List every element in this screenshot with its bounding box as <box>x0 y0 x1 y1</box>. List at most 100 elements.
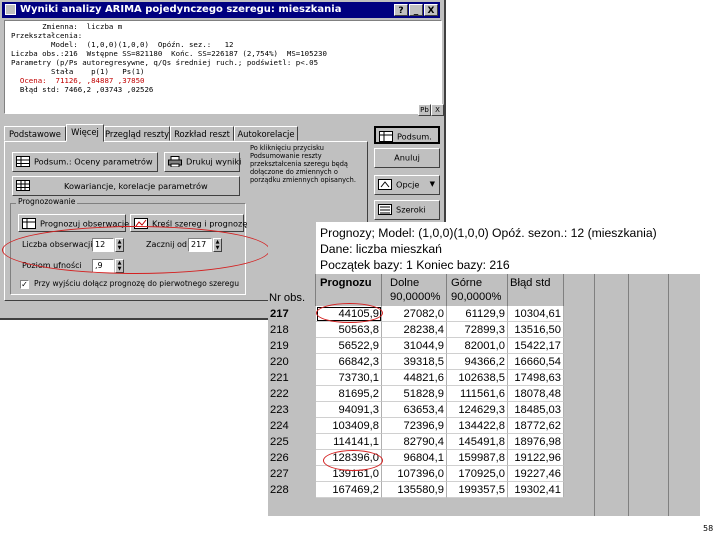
page-number: 58 <box>703 524 714 533</box>
print-results-button[interactable]: Drukuj wyniki <box>164 152 241 172</box>
upper-bound-cell[interactable]: 94366,2 <box>447 354 508 370</box>
std-error-cell[interactable]: 18485,03 <box>508 402 564 418</box>
forecast-group-title: Prognozowanie <box>16 197 78 206</box>
lower-bound-cell[interactable]: 39318,5 <box>382 354 447 370</box>
dialog-title-bar[interactable]: Wyniki analizy ARIMA pojedynczego szereg… <box>2 2 440 18</box>
cancel-button[interactable]: Anuluj <box>374 148 440 168</box>
forecast-cell[interactable]: 81695,2 <box>316 386 382 402</box>
std-error-cell[interactable]: 19227,46 <box>508 466 564 482</box>
row-number[interactable]: 224 <box>268 418 316 434</box>
row-number[interactable]: 226 <box>268 450 316 466</box>
std-error-cell[interactable]: 18078,48 <box>508 386 564 402</box>
upper-bound-cell[interactable]: 199357,5 <box>447 482 508 498</box>
options-icon <box>378 179 392 190</box>
std-error-cell[interactable]: 18772,62 <box>508 418 564 434</box>
residuals-note: Po kliknięciu przycisku Podsumowanie res… <box>250 144 356 184</box>
minimize-button[interactable]: _ <box>409 4 423 16</box>
forecast-cell[interactable]: 114141,1 <box>316 434 382 450</box>
output-line: Stała p(1) Ps(1) <box>11 67 145 76</box>
output-line: Liczba obs.:216 Wstępne SS=821180 Końc. … <box>11 49 327 58</box>
std-error-cell[interactable]: 10304,61 <box>508 306 564 322</box>
covariance-button[interactable]: Kowariancje, korelacje parametrów <box>12 176 240 196</box>
forecast-cell[interactable]: 56522,9 <box>316 338 382 354</box>
std-error-cell[interactable]: 17498,63 <box>508 370 564 386</box>
help-button[interactable]: ? <box>394 4 408 16</box>
lower-bound-cell[interactable]: 63653,4 <box>382 402 447 418</box>
wide-icon <box>378 204 392 215</box>
upper-bound-cell[interactable]: 145491,8 <box>447 434 508 450</box>
tab-przeglad-reszty[interactable]: Przegląd reszty <box>104 126 170 141</box>
std-error-cell[interactable]: 19302,41 <box>508 482 564 498</box>
tab-wiecej[interactable]: Więcej <box>66 124 104 142</box>
params-summary-button[interactable]: Podsum.: Oceny parametrów <box>12 152 158 172</box>
std-error-cell[interactable]: 18976,98 <box>508 434 564 450</box>
forecast-cell[interactable]: 167469,2 <box>316 482 382 498</box>
tab-rozklad-reszt[interactable]: Rozkład reszt <box>170 126 234 141</box>
tab-autokorelacje[interactable]: Autokorelacje <box>234 126 298 141</box>
upper-bound-cell[interactable]: 61129,9 <box>447 306 508 322</box>
forecast-table-icon <box>22 218 36 229</box>
column-header-forecast[interactable]: Prognozu <box>316 274 382 306</box>
std-error-cell[interactable]: 19122,96 <box>508 450 564 466</box>
output-line: Model: (1,0,0)(1,0,0) Opóźn. sez.: 12 <box>11 40 234 49</box>
lower-bound-cell[interactable]: 44821,6 <box>382 370 447 386</box>
column-header-std-error[interactable]: Błąd std <box>508 274 564 306</box>
annotation-ellipse-parameters <box>2 226 270 274</box>
row-number[interactable]: 217 <box>268 306 316 322</box>
upper-bound-cell[interactable]: 170925,0 <box>447 466 508 482</box>
row-number[interactable]: 227 <box>268 466 316 482</box>
lower-bound-cell[interactable]: 31044,9 <box>382 338 447 354</box>
column-header-upper[interactable]: Górne 90,0000% <box>447 274 508 306</box>
close-button[interactable]: X <box>424 4 438 16</box>
upper-bound-cell[interactable]: 102638,5 <box>447 370 508 386</box>
upper-bound-cell[interactable]: 134422,8 <box>447 418 508 434</box>
table-icon <box>16 156 30 167</box>
lower-bound-cell[interactable]: 27082,0 <box>382 306 447 322</box>
upper-bound-cell[interactable]: 72899,3 <box>447 322 508 338</box>
column-header-lower[interactable]: Dolne 90,0000% <box>382 274 447 306</box>
lower-bound-cell[interactable]: 107396,0 <box>382 466 447 482</box>
row-number[interactable]: 220 <box>268 354 316 370</box>
append-forecast-checkbox[interactable]: ✓ <box>20 280 29 289</box>
row-number[interactable]: 228 <box>268 482 316 498</box>
upper-bound-cell[interactable]: 111561,6 <box>447 386 508 402</box>
std-error-cell[interactable]: 15422,17 <box>508 338 564 354</box>
forecast-cell[interactable]: 103409,8 <box>316 418 382 434</box>
wide-button[interactable]: Szeroki <box>374 200 440 220</box>
forecast-cell[interactable]: 50563,8 <box>316 322 382 338</box>
copy-icon[interactable]: Pb <box>418 104 431 116</box>
upper-bound-cell[interactable]: 159987,8 <box>447 450 508 466</box>
sheet-header-line: Dane: liczba mieszkań <box>320 242 442 256</box>
grid-line <box>628 274 629 516</box>
lower-bound-cell[interactable]: 96804,1 <box>382 450 447 466</box>
upper-bound-cell[interactable]: 82001,0 <box>447 338 508 354</box>
row-number[interactable]: 223 <box>268 402 316 418</box>
dropdown-arrow-icon: ▼ <box>429 180 435 188</box>
upper-bound-cell[interactable]: 124629,3 <box>447 402 508 418</box>
lower-bound-cell[interactable]: 28238,4 <box>382 322 447 338</box>
append-forecast-label: Przy wyjściu dołącz prognozę do pierwotn… <box>34 279 240 288</box>
std-error-cell[interactable]: 16660,54 <box>508 354 564 370</box>
row-number[interactable]: 222 <box>268 386 316 402</box>
row-number[interactable]: 225 <box>268 434 316 450</box>
summary-button[interactable]: Podsum. <box>374 126 440 144</box>
results-output-area: Zmienna: liczba m Przekształcenia: Model… <box>4 20 442 114</box>
lower-bound-cell[interactable]: 135580,9 <box>382 482 447 498</box>
printer-icon <box>168 156 182 168</box>
options-button[interactable]: Opcje ▼ <box>374 175 440 195</box>
output-line: Parametry (p/Ps autoregresywne, q/Qs śre… <box>11 58 319 67</box>
lower-bound-cell[interactable]: 72396,9 <box>382 418 447 434</box>
row-number[interactable]: 219 <box>268 338 316 354</box>
forecast-spreadsheet: Prognozy; Model: (1,0,0)(1,0,0) Opóź. se… <box>268 222 700 516</box>
lower-bound-cell[interactable]: 51828,9 <box>382 386 447 402</box>
tab-podstawowe[interactable]: Podstawowe <box>4 126 66 141</box>
forecast-cell[interactable]: 94091,3 <box>316 402 382 418</box>
forecast-cell[interactable]: 66842,3 <box>316 354 382 370</box>
std-error-cell[interactable]: 13516,50 <box>508 322 564 338</box>
forecast-cell[interactable]: 73730,1 <box>316 370 382 386</box>
output-line: Błąd std: 7466,2 ,03743 ,02526 <box>11 85 154 94</box>
clear-icon[interactable]: X <box>431 104 444 116</box>
lower-bound-cell[interactable]: 82790,4 <box>382 434 447 450</box>
row-number[interactable]: 218 <box>268 322 316 338</box>
row-number[interactable]: 221 <box>268 370 316 386</box>
